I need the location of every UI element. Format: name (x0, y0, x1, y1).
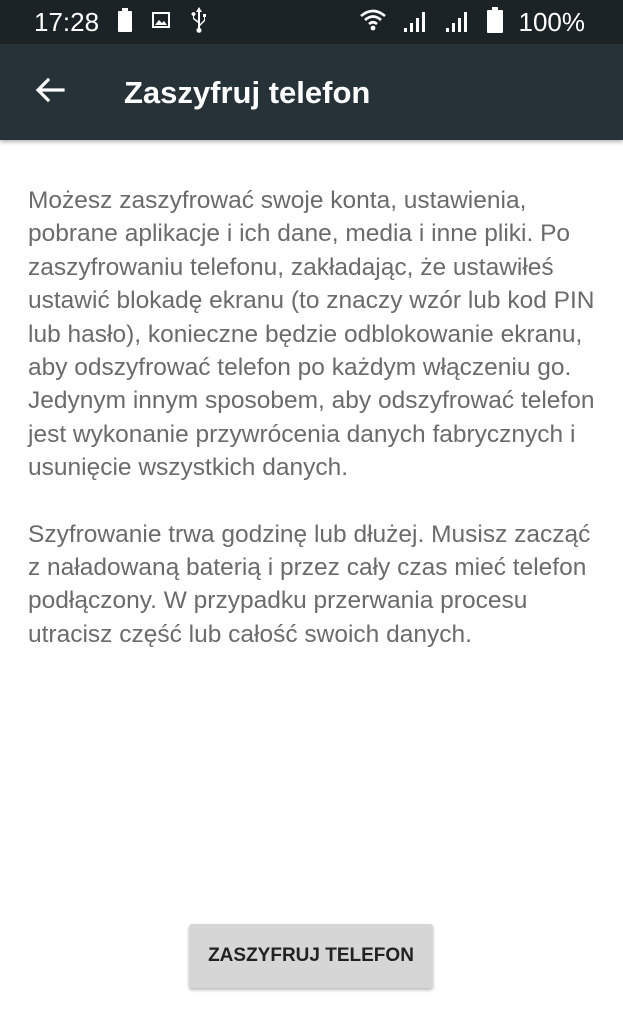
usb-icon (190, 6, 208, 38)
battery-icon (486, 6, 503, 38)
page-title: Zaszyfruj telefon (124, 75, 371, 110)
description-body: Możesz zaszyfrować swoje konta, ustawien… (28, 184, 598, 684)
app-bar: Zaszyfruj telefon (0, 44, 623, 140)
arrow-left-icon (35, 77, 65, 108)
wifi-icon (359, 9, 387, 36)
status-bar: 17:28 100% (0, 0, 623, 44)
battery-percent: 100% (518, 7, 586, 37)
status-right: 100% (359, 6, 586, 38)
description-paragraph: Możesz zaszyfrować swoje konta, ustawien… (28, 187, 595, 482)
status-time: 17:28 (34, 7, 100, 37)
image-notification-icon (152, 11, 170, 33)
signal-icon (445, 8, 471, 37)
battery-icon (118, 7, 132, 37)
back-button[interactable] (26, 68, 74, 116)
encrypt-phone-button[interactable]: ZASZYFRUJ TELEFON (189, 924, 433, 988)
warning-paragraph: Szyfrowanie trwa godzinę lub dłużej. Mus… (28, 520, 591, 648)
notification-icons (118, 6, 208, 38)
signal-icon (403, 8, 429, 37)
